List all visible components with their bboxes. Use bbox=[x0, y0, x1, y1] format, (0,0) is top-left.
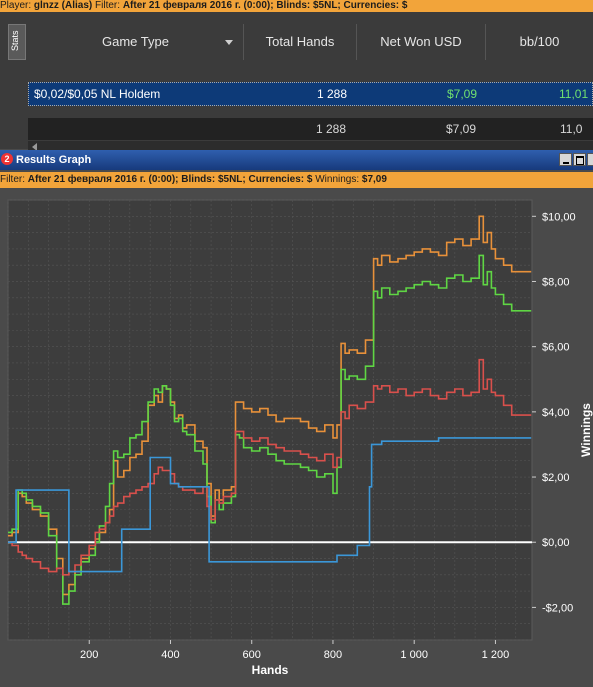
results-graph-titlebar[interactable]: 2 Results Graph bbox=[0, 150, 593, 170]
stats-panel: Stats Game Type Total Hands Net Won USD … bbox=[0, 12, 593, 153]
y-tick-label: $2,00 bbox=[542, 472, 570, 484]
x-tick-label: 1 000 bbox=[400, 649, 428, 661]
filter-label: Filter: bbox=[95, 0, 121, 11]
column-header-bb100[interactable]: bb/100 bbox=[486, 24, 593, 60]
player-label: Player: bbox=[0, 0, 32, 11]
y-tick-label: $8,00 bbox=[542, 276, 570, 288]
player-value: glnzz (Alias) bbox=[33, 0, 93, 11]
graph-filter-value: After 21 февраля 2016 г. (0:00); Blinds:… bbox=[27, 174, 313, 185]
y-axis-label: Winnings bbox=[579, 403, 593, 457]
total-net-won: $7,09 bbox=[445, 122, 476, 136]
x-tick-label: 600 bbox=[243, 649, 261, 661]
y-tick-label: -$2,00 bbox=[542, 602, 573, 614]
winnings-label: Winnings: bbox=[315, 174, 360, 185]
x-tick-label: 400 bbox=[161, 649, 179, 661]
column-header-net-won[interactable]: Net Won USD bbox=[357, 24, 486, 60]
winnings-chart: -$2,00 $0,00 $2,00 $4,00 $6,00 $8,00 $10,00 200… bbox=[7, 199, 593, 677]
cell-bb100: 11,01 bbox=[559, 87, 589, 101]
close-button[interactable] bbox=[587, 153, 593, 166]
y-tick-label: $0,00 bbox=[542, 537, 570, 549]
top-filter-bar: Player: glnzz (Alias) Filter: After 21 ф… bbox=[0, 0, 593, 12]
x-tick-label: 800 bbox=[324, 649, 342, 661]
stats-tab[interactable]: Stats bbox=[8, 24, 26, 60]
filter-value: After 21 февраля 2016 г. (0:00); Blinds:… bbox=[122, 0, 408, 11]
total-bb100: 11,0 bbox=[560, 122, 583, 136]
app-icon: 2 bbox=[1, 153, 13, 165]
window-title: Results Graph bbox=[16, 154, 92, 166]
x-tick-label: 1 200 bbox=[482, 649, 510, 661]
cell-total-hands: 1 288 bbox=[316, 87, 347, 101]
minimize-button[interactable] bbox=[559, 153, 572, 166]
table-row[interactable]: $0,02/$0,05 NL Holdem 1 288 $7,09 11,01 bbox=[28, 82, 593, 106]
y-tick-label: $4,00 bbox=[542, 407, 570, 419]
column-header-total-hands[interactable]: Total Hands bbox=[244, 24, 357, 60]
y-tick-label: $6,00 bbox=[542, 342, 570, 354]
x-tick-label: 200 bbox=[80, 649, 98, 661]
results-graph: -$2,00 $0,00 $2,00 $4,00 $6,00 $8,00 $10,00 200… bbox=[0, 188, 593, 682]
total-hands: 1 288 bbox=[315, 122, 346, 136]
winnings-value: $7,09 bbox=[361, 174, 387, 185]
cell-net-won: $7,09 bbox=[446, 87, 477, 101]
x-axis-label: Hands bbox=[252, 663, 289, 677]
y-tick-label: $10,00 bbox=[542, 211, 576, 223]
graph-filter-bar: Filter: After 21 февраля 2016 г. (0:00);… bbox=[0, 172, 593, 188]
column-header-game-type[interactable]: Game Type bbox=[28, 24, 244, 60]
maximize-button[interactable] bbox=[573, 153, 586, 166]
chevron-down-icon[interactable] bbox=[225, 40, 233, 45]
plot-area bbox=[7, 199, 533, 641]
table-total-row: 1 288 $7,09 11,0 bbox=[28, 118, 593, 140]
cell-game-type: $0,02/$0,05 NL Holdem bbox=[34, 87, 161, 101]
graph-filter-label: Filter: bbox=[0, 174, 25, 185]
stats-tab-label: Stats bbox=[10, 30, 20, 51]
